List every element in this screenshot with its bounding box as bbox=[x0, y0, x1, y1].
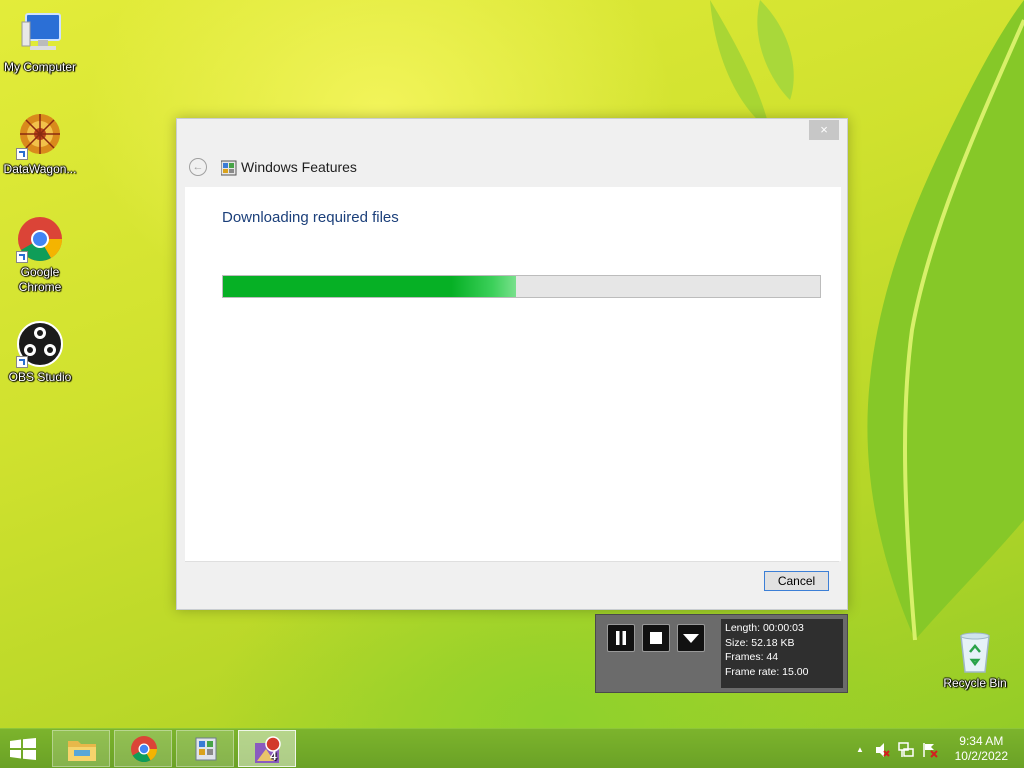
desktop-icon-obs-studio[interactable]: OBS Studio bbox=[0, 320, 80, 385]
recorder-badge: 4 bbox=[270, 749, 277, 763]
taskbar-windows-features[interactable] bbox=[176, 730, 234, 767]
stop-icon bbox=[650, 632, 662, 644]
windows-features-icon bbox=[221, 160, 237, 176]
menu-dropdown-button[interactable] bbox=[677, 624, 705, 652]
action-center-flag-icon[interactable] bbox=[922, 742, 938, 758]
desktop-icon-label: Google Chrome bbox=[18, 265, 62, 294]
desktop-icon-google-chrome[interactable]: Google Chrome bbox=[0, 215, 80, 295]
network-icon[interactable] bbox=[898, 742, 914, 758]
back-button[interactable]: ← bbox=[189, 158, 207, 176]
windows-features-dialog: × ← Windows Features Downloading require… bbox=[176, 118, 848, 610]
clock-time: 9:34 AM bbox=[959, 734, 1004, 748]
pause-icon bbox=[616, 631, 626, 645]
close-button[interactable]: × bbox=[809, 120, 839, 140]
folder-icon bbox=[68, 741, 96, 761]
shortcut-arrow-icon bbox=[16, 148, 28, 160]
desktop: My Computer DataWagon... Google Chrome O… bbox=[0, 0, 1024, 768]
desktop-icon-label: My Computer bbox=[3, 60, 77, 74]
shortcut-arrow-icon bbox=[16, 356, 28, 368]
desktop-icon-datawagon[interactable]: DataWagon... bbox=[0, 112, 80, 177]
taskbar: 4 ▲ 9:34 AM 10/2/2022 bbox=[0, 728, 1024, 768]
cancel-button[interactable]: Cancel bbox=[764, 571, 829, 591]
back-arrow-icon: ← bbox=[192, 161, 204, 173]
recycle-bin-icon bbox=[960, 632, 990, 673]
recording-frames: Frames: 44 bbox=[725, 651, 779, 663]
dialog-title: Windows Features bbox=[241, 159, 357, 175]
volume-muted-icon[interactable] bbox=[874, 742, 890, 758]
windows-logo-icon[interactable] bbox=[8, 738, 38, 760]
dialog-content: Downloading required files bbox=[185, 187, 841, 561]
stop-button[interactable] bbox=[642, 624, 670, 652]
computer-icon bbox=[21, 13, 61, 50]
chrome-icon bbox=[131, 736, 158, 763]
pause-button[interactable] bbox=[607, 624, 635, 652]
desktop-icon-label: DataWagon... bbox=[3, 162, 77, 176]
progress-fill bbox=[223, 276, 516, 297]
taskbar-clock[interactable]: 9:34 AM 10/2/2022 bbox=[955, 734, 1008, 764]
recorder-panel: Length: 00:00:03 Size: 52.18 KB Frames: … bbox=[595, 614, 848, 693]
recorder-icon bbox=[255, 736, 281, 763]
desktop-icon-label: Recycle Bin bbox=[943, 676, 1007, 690]
recording-frame-rate: Frame rate: 15.00 bbox=[725, 665, 809, 678]
desktop-icon-my-computer[interactable]: My Computer bbox=[0, 10, 80, 75]
recording-info: Length: 00:00:03 Size: 52.18 KB Frames: … bbox=[721, 619, 843, 688]
desktop-icon-label: OBS Studio bbox=[8, 370, 72, 384]
taskbar-recorder[interactable]: 4 bbox=[238, 730, 296, 767]
windows-features-icon bbox=[195, 737, 217, 761]
recording-length: Length: 00:00:03 bbox=[725, 622, 804, 634]
status-text: Downloading required files bbox=[222, 209, 399, 226]
show-hidden-icons-chevron[interactable]: ▲ bbox=[856, 745, 864, 754]
close-icon: × bbox=[820, 122, 828, 137]
desktop-icon-recycle-bin[interactable]: Recycle Bin bbox=[935, 630, 1015, 691]
dialog-header: ← Windows Features bbox=[185, 155, 839, 181]
recording-size: Size: 52.18 KB bbox=[725, 636, 795, 649]
footer-divider bbox=[185, 561, 839, 562]
shortcut-arrow-icon bbox=[16, 251, 28, 263]
triangle-down-icon bbox=[683, 634, 699, 643]
system-tray: ▲ 9:34 AM 10/2/2022 bbox=[844, 729, 1024, 768]
taskbar-chrome[interactable] bbox=[114, 730, 172, 767]
download-progress-bar bbox=[222, 275, 821, 298]
taskbar-file-explorer[interactable] bbox=[52, 730, 110, 767]
clock-date: 10/2/2022 bbox=[954, 749, 1008, 763]
